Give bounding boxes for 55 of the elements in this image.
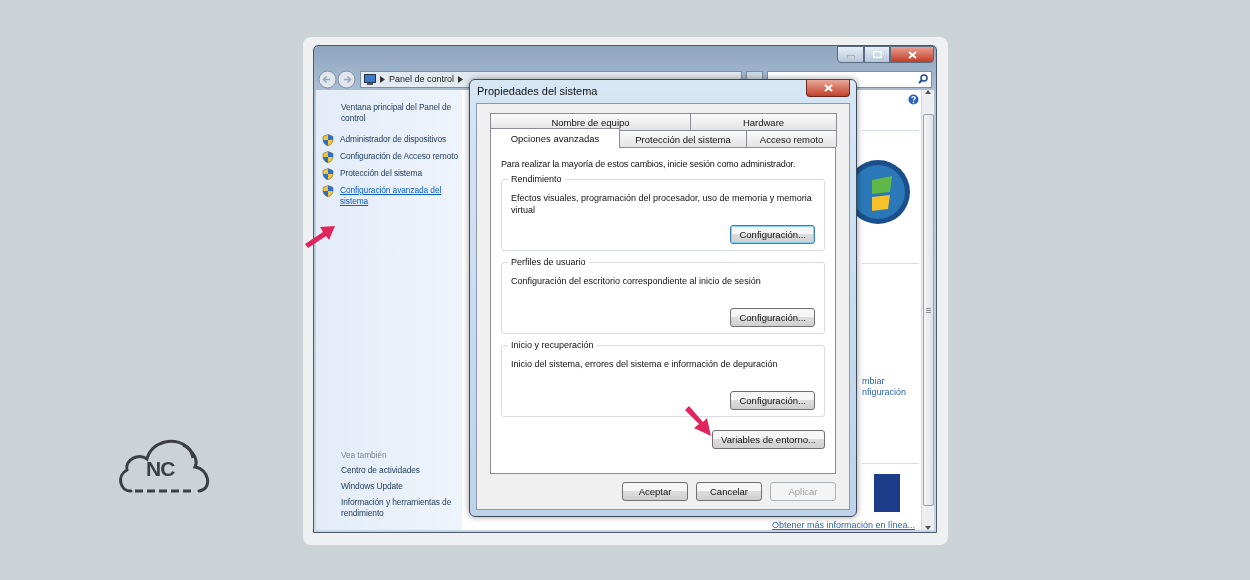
group-title: Inicio y recuperación xyxy=(508,340,597,350)
scrollbar[interactable] xyxy=(921,90,934,530)
more-info-link[interactable]: Obtener más información en línea... xyxy=(771,520,915,530)
sidebar-link[interactable]: Configuración avanzada del sistema xyxy=(340,185,461,207)
back-button-icon xyxy=(318,69,337,89)
section-heading: Vea también xyxy=(340,450,388,460)
group-description: Inicio del sistema, errores del sistema e información de depuración xyxy=(511,358,779,371)
shield-icon xyxy=(322,151,334,163)
shield-icon xyxy=(322,168,334,180)
computer-icon xyxy=(364,73,376,85)
maximize-button[interactable] xyxy=(864,46,890,63)
grip-icon xyxy=(925,307,931,313)
shield-icon xyxy=(322,185,334,197)
forward-button-icon xyxy=(337,69,356,89)
sidebar-link[interactable]: Ventana principal del Panel de control xyxy=(322,102,461,124)
sidebar-link[interactable]: Información y herramientas de rendimiento xyxy=(322,497,461,519)
breadcrumb-item[interactable]: Panel de control xyxy=(389,74,455,84)
tab[interactable]: Opciones avanzadas xyxy=(490,128,620,148)
scroll-up-icon xyxy=(925,90,931,94)
close-icon xyxy=(823,84,833,92)
group-title: Perfiles de usuario xyxy=(508,257,589,267)
sidebar-link[interactable]: Configuración de Acceso remoto xyxy=(340,151,459,162)
tab[interactable]: Hardware xyxy=(690,113,837,130)
dialog-button[interactable]: Cancelar xyxy=(696,482,762,501)
settings-button[interactable]: Configuración... xyxy=(730,225,815,244)
logo-text: NC xyxy=(146,457,175,481)
minimize-button[interactable] xyxy=(837,46,864,63)
search-icon xyxy=(918,74,928,84)
dialog-button[interactable]: Aceptar xyxy=(622,482,688,501)
pointer-arrow-icon xyxy=(683,404,713,438)
group-description: Configuración del escritorio correspondiente al inicio de sesión xyxy=(511,275,762,288)
content-link[interactable]: mbiar xyxy=(862,376,919,387)
group-title: Rendimiento xyxy=(508,174,565,184)
group-description: Efectos visuales, programación del procesador, uso de memoria y memoria virtual xyxy=(511,192,813,217)
close-button[interactable] xyxy=(806,80,850,97)
sidebar-link[interactable]: Centro de actividades xyxy=(322,465,461,476)
sidebar-link[interactable]: Windows Update xyxy=(322,481,461,492)
chevron-icon xyxy=(380,75,385,83)
close-icon xyxy=(907,50,917,59)
shield-icon xyxy=(322,134,334,146)
maximize-icon xyxy=(872,51,882,58)
chevron-icon xyxy=(458,75,464,83)
sidebar-link[interactable]: Administrador de dispositivos xyxy=(340,134,447,145)
scroll-down-icon xyxy=(925,526,931,530)
notice-text: Para realizar la mayoría de estos cambios, inicie sesión como administrador. xyxy=(501,159,797,169)
tab[interactable]: Acceso remoto xyxy=(746,130,837,147)
tab[interactable]: Nombre de equipo xyxy=(490,113,691,130)
close-button[interactable] xyxy=(890,46,934,63)
settings-button[interactable]: Configuración... xyxy=(730,391,815,410)
sidebar-link[interactable]: Protección del sistema xyxy=(340,168,423,179)
settings-button[interactable]: Configuración... xyxy=(730,308,815,327)
environment-variables-button[interactable]: Variables de entorno... xyxy=(712,430,825,449)
tab[interactable]: Protección del sistema xyxy=(619,130,747,147)
content-link[interactable]: nfiguración xyxy=(862,387,919,398)
edition-badge xyxy=(874,474,900,512)
